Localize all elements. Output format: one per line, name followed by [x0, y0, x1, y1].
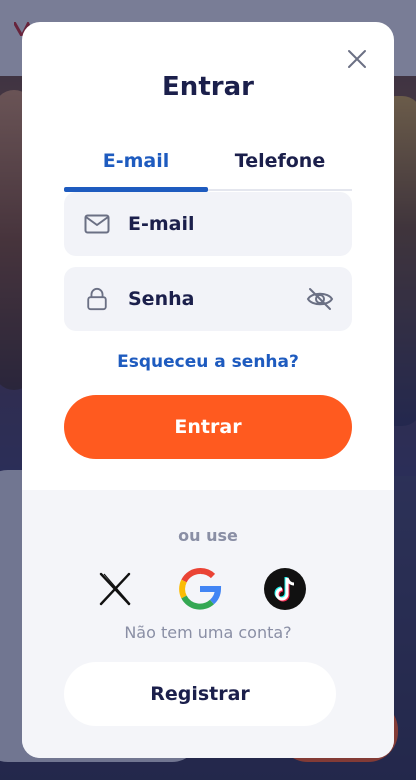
alt-login-label: ou use [178, 526, 238, 545]
google-logo-icon[interactable] [178, 567, 222, 611]
email-placeholder: E-mail [128, 213, 195, 235]
alt-login-section: ou use Não tem uma conta? Registrar [22, 490, 394, 758]
close-icon[interactable] [346, 48, 368, 70]
no-account-text: Não tem uma conta? [124, 623, 292, 642]
eye-off-icon[interactable] [306, 286, 334, 312]
password-field[interactable]: Senha [64, 267, 352, 331]
tab-phone[interactable]: Telefone [208, 140, 352, 192]
tab-email[interactable]: E-mail [64, 140, 208, 192]
register-button[interactable]: Registrar [64, 662, 336, 726]
forgot-password-link[interactable]: Esqueceu a senha? [22, 352, 394, 372]
x-logo-icon[interactable] [94, 567, 138, 611]
login-modal: Entrar E-mail Telefone E-mail Senha Esqu… [22, 22, 394, 758]
password-placeholder: Senha [128, 288, 195, 310]
modal-title: Entrar [162, 72, 254, 102]
tiktok-logo-icon[interactable] [263, 567, 307, 611]
email-field[interactable]: E-mail [64, 192, 352, 256]
login-button[interactable]: Entrar [64, 395, 352, 459]
envelope-icon [84, 214, 110, 234]
lock-icon [87, 288, 107, 311]
login-method-tabs: E-mail Telefone [64, 140, 352, 194]
